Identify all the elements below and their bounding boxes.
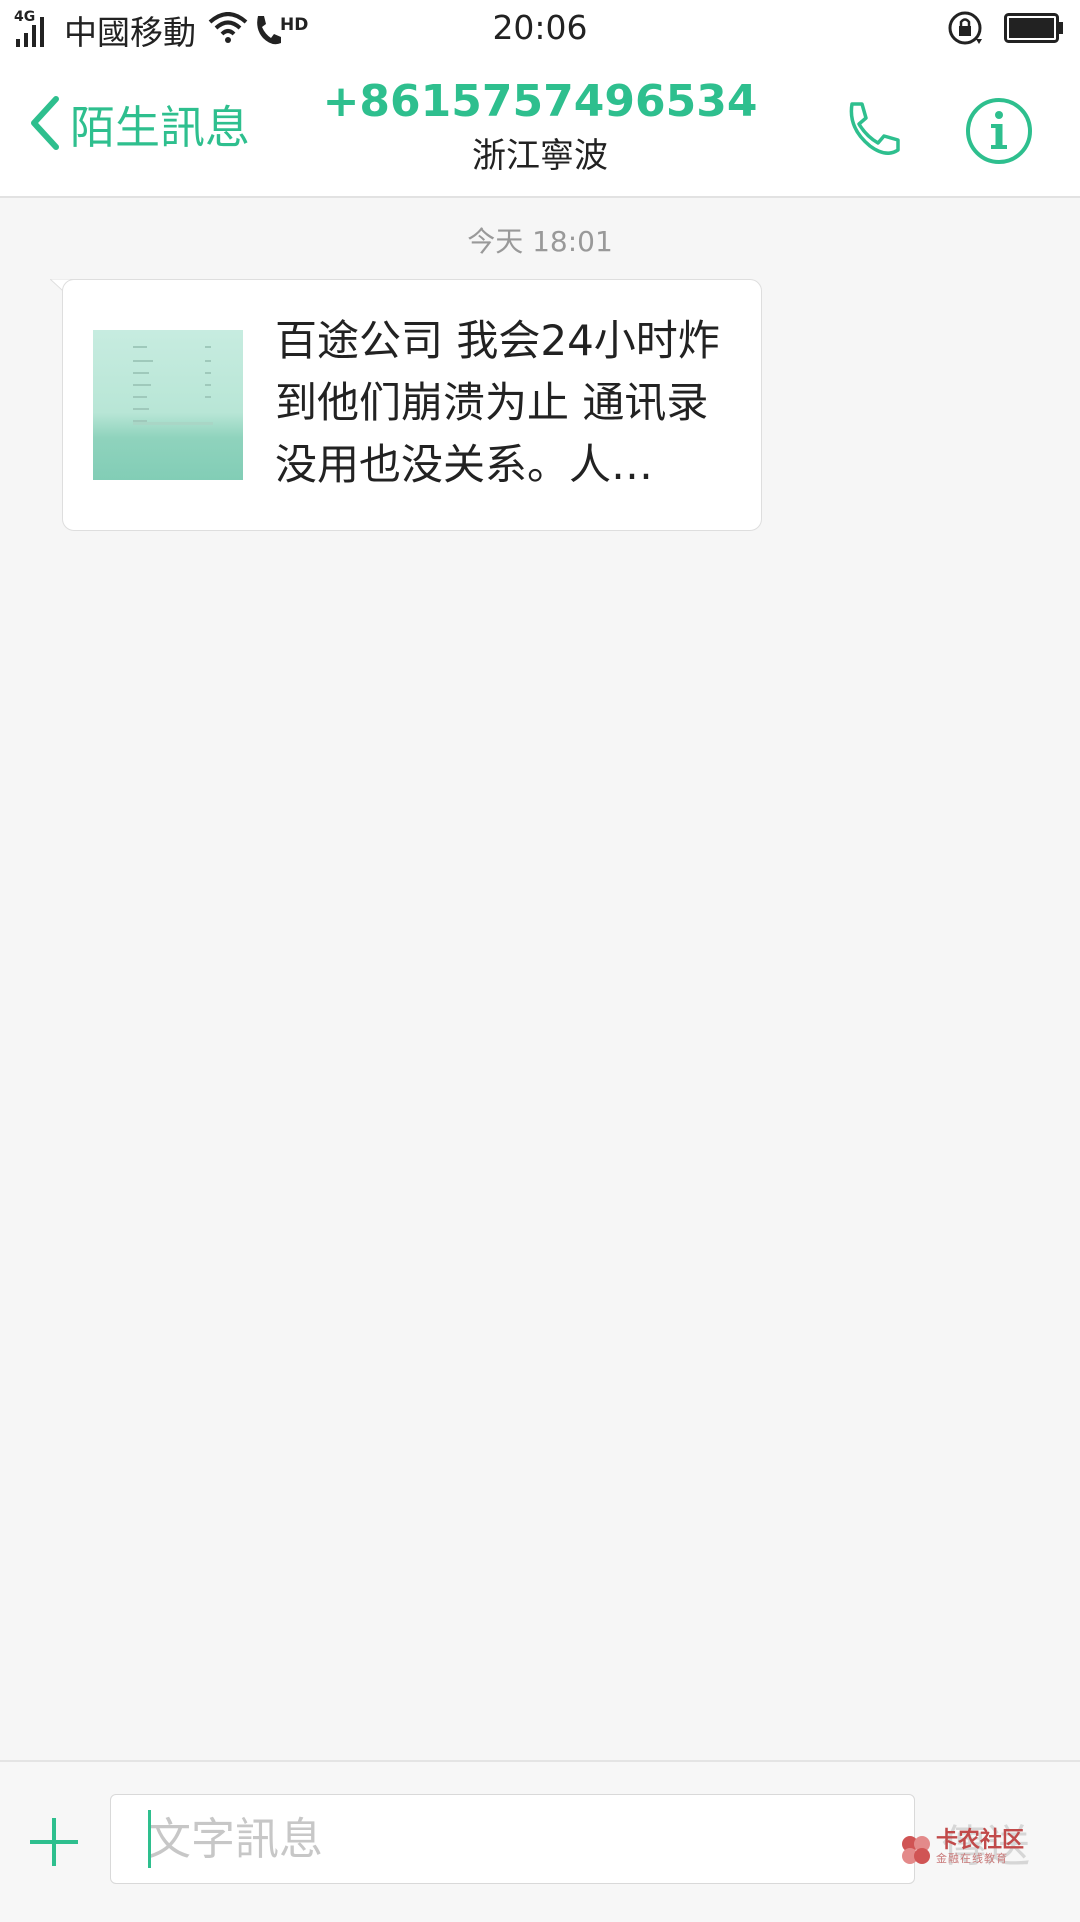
back-label: 陌生訊息 [70, 100, 251, 154]
watermark-logo-icon [902, 1836, 930, 1864]
composer-bar: 傳送 卡农社区 金融在线教育 [0, 1760, 1080, 1922]
contact-info[interactable]: +8615757496534 浙江寧波 [300, 74, 780, 178]
mms-image-thumbnail[interactable] [93, 330, 243, 480]
status-bar: 4G 中國移動 HD 20:06 [0, 0, 1080, 58]
info-icon [966, 98, 1032, 164]
status-right [946, 8, 1064, 52]
incoming-message-bubble[interactable]: 百途公司 我会24小时炸到他们崩溃为止 通讯录没用也没关系。人… [62, 279, 762, 531]
message-text: 百途公司 我会24小时炸到他们崩溃为止 通讯录没用也没关系。人… [275, 316, 720, 489]
back-button[interactable]: 陌生訊息 [28, 88, 250, 158]
contact-location: 浙江寧波 [472, 136, 608, 176]
phone-icon [849, 102, 900, 155]
battery-icon [1004, 13, 1064, 47]
back-chevron-icon [31, 96, 59, 150]
clock: 20:06 [492, 8, 588, 47]
watermark-title: 卡农社区 [936, 1828, 1025, 1853]
info-button[interactable] [964, 96, 1034, 166]
watermark: 卡农社区 金融在线教育 [900, 1828, 1025, 1868]
text-cursor [148, 1810, 151, 1868]
plus-icon [30, 1818, 78, 1866]
conversation-header: 陌生訊息 +8615757496534 浙江寧波 [0, 58, 1080, 198]
message-input[interactable] [110, 1794, 915, 1884]
call-button[interactable] [838, 98, 904, 164]
add-attachment-button[interactable] [28, 1816, 80, 1868]
message-timestamp: 今天 18:01 [467, 225, 613, 258]
contact-number: +8615757496534 [322, 76, 758, 127]
rotation-lock-icon [946, 9, 984, 51]
